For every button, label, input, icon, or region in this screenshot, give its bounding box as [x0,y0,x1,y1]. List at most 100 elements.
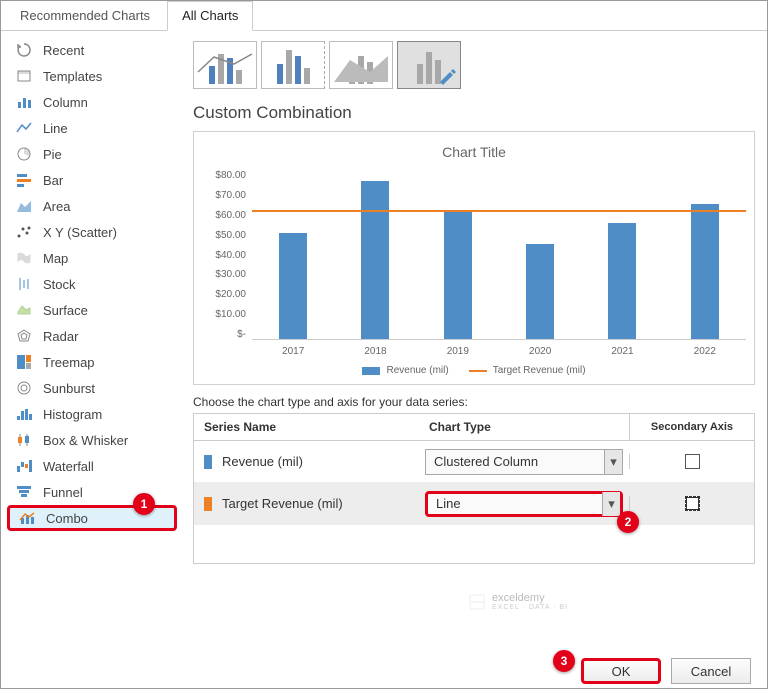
watermark-icon [468,593,486,611]
series-swatch [204,455,212,469]
series-row-revenue: Revenue (mil) Clustered Column ▾ [194,441,754,483]
waterfall-icon [15,457,33,475]
tab-recommended-charts[interactable]: Recommended Charts [5,1,165,30]
line-icon [15,119,33,137]
legend-swatch-line [469,370,487,372]
series-head-axis: Secondary Axis [629,414,754,440]
sunburst-icon [15,379,33,397]
legend-label: Target Revenue (mil) [493,365,586,376]
sidebar-item-label: Combo [46,511,88,526]
series-instruction: Choose the chart type and axis for your … [193,395,763,409]
sidebar-item-label: Histogram [43,407,102,422]
annotation-callout-1: 1 [133,493,155,515]
sidebar-item-label: Box & Whisker [43,433,128,448]
sidebar-item-label: Sunburst [43,381,95,396]
chart-type-sidebar: Recent Templates Column Line Pie Bar Are… [1,31,183,648]
preview-y-axis: $80.00$70.00$60.00$50.00$40.00$30.00$20.… [202,170,252,340]
sidebar-item-waterfall[interactable]: Waterfall [1,453,183,479]
bar-icon [15,171,33,189]
sidebar-item-label: Stock [43,277,76,292]
series-head-name: Series Name [194,414,419,440]
chart-type-dropdown-revenue[interactable]: Clustered Column ▾ [425,449,623,475]
series-table: Series Name Chart Type Secondary Axis Re… [193,413,755,564]
surface-icon [15,301,33,319]
combo-subtype-3[interactable] [329,41,393,89]
area-icon [15,197,33,215]
sidebar-item-label: Treemap [43,355,95,370]
series-name-label: Target Revenue (mil) [222,496,343,511]
preview-x-axis: 201720182019202020212022 [252,340,746,357]
sidebar-item-bar[interactable]: Bar [1,167,183,193]
sidebar-item-box-whisker[interactable]: Box & Whisker [1,427,183,453]
sidebar-item-line[interactable]: Line [1,115,183,141]
main-panel: Custom Combination Chart Title $80.00$70… [183,31,767,648]
watermark: exceldemy EXCEL · DATA · BI [468,592,568,611]
sidebar-item-label: Pie [43,147,62,162]
sidebar-item-label: Area [43,199,70,214]
chevron-down-icon: ▾ [602,492,620,516]
sidebar-item-label: Surface [43,303,88,318]
ok-button[interactable]: OK [581,658,661,684]
sidebar-item-treemap[interactable]: Treemap [1,349,183,375]
preview-chart-title: Chart Title [202,144,746,160]
legend-swatch-bar [362,367,380,375]
combo-subtype-row [193,41,763,89]
templates-icon [15,67,33,85]
combo-icon [18,509,36,527]
secondary-axis-checkbox-revenue[interactable] [685,454,700,469]
sidebar-item-label: Column [43,95,88,110]
cancel-button[interactable]: Cancel [671,658,751,684]
combo-subtype-2[interactable] [261,41,325,89]
sidebar-item-scatter[interactable]: X Y (Scatter) [1,219,183,245]
recent-icon [15,41,33,59]
series-row-target: Target Revenue (mil) Line ▾ 2 [194,483,754,525]
sidebar-item-label: Templates [43,69,102,84]
dropdown-value: Line [436,496,461,511]
chart-type-dropdown-target[interactable]: Line ▾ [425,491,623,517]
sidebar-item-column[interactable]: Column [1,89,183,115]
radar-icon [15,327,33,345]
map-icon [15,249,33,267]
sidebar-item-label: Recent [43,43,84,58]
sidebar-item-histogram[interactable]: Histogram [1,401,183,427]
sidebar-item-map[interactable]: Map [1,245,183,271]
secondary-axis-checkbox-target[interactable] [685,496,700,511]
tab-all-charts[interactable]: All Charts [167,1,253,31]
chart-preview: Chart Title $80.00$70.00$60.00$50.00$40.… [193,131,755,385]
legend-label: Revenue (mil) [386,365,448,376]
dialog-footer: 3 OK Cancel [1,648,767,694]
chevron-down-icon: ▾ [604,450,622,474]
sidebar-item-pie[interactable]: Pie [1,141,183,167]
series-head-type: Chart Type [419,414,629,440]
series-table-spacer [194,525,754,563]
sidebar-item-surface[interactable]: Surface [1,297,183,323]
sidebar-item-radar[interactable]: Radar [1,323,183,349]
dropdown-value: Clustered Column [434,454,538,469]
sidebar-item-label: X Y (Scatter) [43,225,117,240]
combo-subtype-custom[interactable] [397,41,461,89]
preview-legend: Revenue (mil) Target Revenue (mil) [202,365,746,376]
treemap-icon [15,353,33,371]
combo-subtype-1[interactable] [193,41,257,89]
sidebar-item-funnel[interactable]: Funnel [1,479,183,505]
annotation-callout-2: 2 [617,511,639,533]
sidebar-item-sunburst[interactable]: Sunburst [1,375,183,401]
sidebar-item-label: Radar [43,329,78,344]
stock-icon [15,275,33,293]
histogram-icon [15,405,33,423]
sidebar-item-stock[interactable]: Stock [1,271,183,297]
preview-plot-area [252,170,746,340]
sidebar-item-label: Bar [43,173,63,188]
sidebar-item-label: Map [43,251,68,266]
annotation-callout-3: 3 [553,650,575,672]
series-name-label: Revenue (mil) [222,454,303,469]
sidebar-item-label: Line [43,121,68,136]
series-swatch [204,497,212,511]
sidebar-item-templates[interactable]: Templates [1,63,183,89]
funnel-icon [15,483,33,501]
combo-heading: Custom Combination [193,103,763,123]
scatter-icon [15,223,33,241]
column-icon [15,93,33,111]
sidebar-item-area[interactable]: Area [1,193,183,219]
sidebar-item-recent[interactable]: Recent [1,37,183,63]
